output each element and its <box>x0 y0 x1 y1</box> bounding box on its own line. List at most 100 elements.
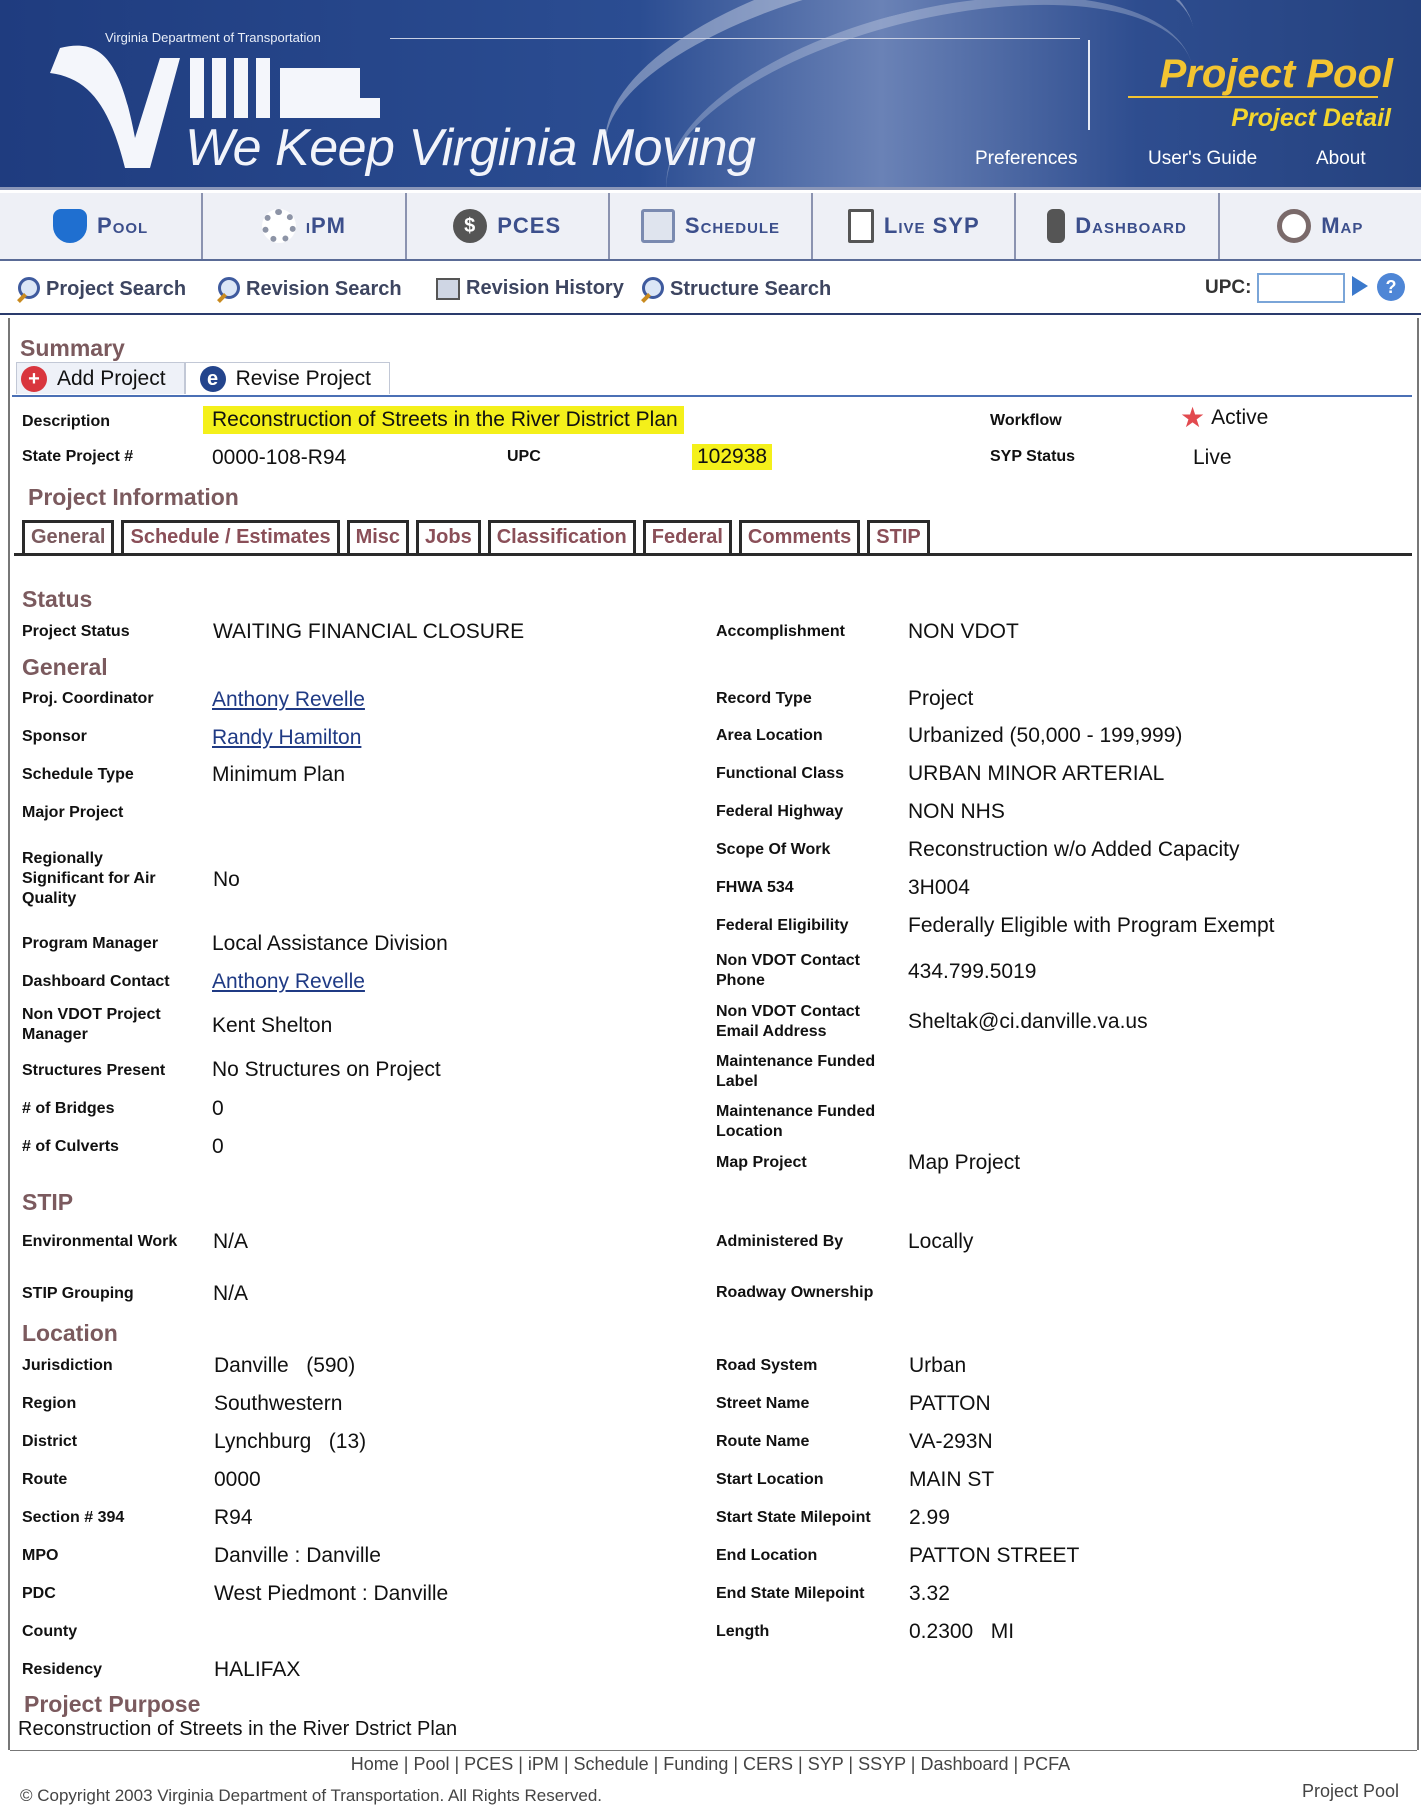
field-label: Regionally Significant for Air Quality <box>22 850 156 907</box>
dashboard-contact-link[interactable]: Anthony Revelle <box>212 970 365 994</box>
field-value: HALIFAX <box>214 1658 301 1681</box>
module-ipm[interactable]: iPM <box>203 193 407 259</box>
field-value: Urbanized (50,000 - 199,999) <box>908 724 1183 747</box>
field-value: NON NHS <box>908 800 1005 823</box>
tab-classification[interactable]: Classification <box>487 520 636 554</box>
module-label: Dashboard <box>1075 213 1187 238</box>
divider <box>14 553 1412 556</box>
tab-stip[interactable]: STIP <box>867 520 930 554</box>
field-label: County <box>22 1623 78 1640</box>
summary-tabs: + Add Project e Revise Project <box>16 362 390 394</box>
project-search-link[interactable]: Project Search <box>16 277 186 301</box>
field-label: Functional Class <box>716 765 845 782</box>
calendar-icon <box>436 277 460 300</box>
footer-nav[interactable]: Home | Pool | PCES | iPM | Schedule | Fu… <box>0 1754 1421 1775</box>
tab-jobs[interactable]: Jobs <box>416 520 481 554</box>
tab-misc[interactable]: Misc <box>346 520 410 554</box>
pool-cylinder-icon <box>53 209 88 243</box>
header-banner: Virginia Department of Transportation We… <box>0 0 1421 190</box>
module-pool[interactable]: Pool <box>0 193 204 259</box>
link-label: Revision History <box>466 277 624 299</box>
button-label: Revise Project <box>235 366 371 390</box>
field-value: Federally Eligible with Program Exempt <box>908 914 1275 937</box>
add-icon: + <box>21 365 47 392</box>
magnifier-icon <box>16 277 40 301</box>
revision-search-link[interactable]: Revision Search <box>216 277 402 301</box>
field-value: 0000 <box>214 1468 261 1491</box>
preferences-link[interactable]: Preferences <box>975 148 1077 170</box>
module-schedule[interactable]: Schedule <box>610 193 814 259</box>
field-label: Non VDOT Contact Email Address <box>716 1003 860 1040</box>
field-label: Maintenance Funded Label <box>716 1053 876 1090</box>
field-label: Map Project <box>716 1154 807 1171</box>
divider <box>1128 96 1378 98</box>
module-label: PCES <box>497 213 562 238</box>
field-label: Federal Highway <box>716 803 844 820</box>
magnifier-icon <box>640 277 664 301</box>
field-value: Locally <box>908 1230 974 1253</box>
add-project-button[interactable]: + Add Project <box>16 362 185 394</box>
field-label: Proj. Coordinator <box>22 690 154 707</box>
help-icon[interactable]: ? <box>1377 273 1405 301</box>
field-label: Schedule Type <box>22 766 134 783</box>
module-nav: Pool iPM $ PCES Schedule Live SYP Dashbo… <box>0 193 1421 261</box>
field-label: Area Location <box>716 727 823 744</box>
go-arrow-icon[interactable] <box>1352 276 1368 296</box>
copyright: © Copyright 2003 Virginia Department of … <box>20 1786 603 1805</box>
field-value: Danville : Danville <box>214 1544 381 1567</box>
field-label: Sponsor <box>22 728 87 745</box>
upc-input[interactable] <box>1257 273 1345 303</box>
upc-label: UPC: <box>1205 277 1252 298</box>
field-label: Start Location <box>716 1471 824 1488</box>
field-label: End State Milepoint <box>716 1585 865 1602</box>
link-label: Project Search <box>46 277 187 300</box>
structure-search-link[interactable]: Structure Search <box>640 277 831 301</box>
tab-general[interactable]: General <box>22 520 115 554</box>
tab-schedule-estimates[interactable]: Schedule / Estimates <box>121 520 340 554</box>
about-link[interactable]: About <box>1316 148 1366 170</box>
field-value: MAIN ST <box>909 1468 995 1491</box>
footer-app-name: Project Pool <box>1301 1781 1399 1801</box>
module-label: Map <box>1321 213 1364 238</box>
sponsor-link[interactable]: Randy Hamilton <box>212 726 361 750</box>
revise-icon: e <box>199 365 226 392</box>
field-value: West Piedmont : Danville <box>214 1582 449 1605</box>
project-status-value: WAITING FINANCIAL CLOSURE <box>213 620 525 643</box>
field-value: Lynchburg (13) <box>214 1430 367 1453</box>
tab-comments[interactable]: Comments <box>738 520 861 554</box>
field-value: No <box>213 868 240 891</box>
module-map[interactable]: Map <box>1220 193 1421 259</box>
field-label: Dashboard Contact <box>22 973 170 990</box>
revision-history-link[interactable]: Revision History <box>436 277 624 300</box>
field-value: VA-293N <box>909 1430 993 1453</box>
field-value: Sheltak@ci.danville.va.us <box>908 1010 1148 1033</box>
workflow-label: Workflow <box>990 412 1062 429</box>
revise-project-button[interactable]: e Revise Project <box>184 362 390 394</box>
project-status-label: Project Status <box>22 623 130 640</box>
field-value: Project <box>908 687 974 710</box>
field-value: N/A <box>213 1282 249 1305</box>
module-live-syp[interactable]: Live SYP <box>813 193 1017 259</box>
module-dashboard[interactable]: Dashboard <box>1016 193 1220 259</box>
field-label: District <box>22 1433 78 1450</box>
field-label: Road System <box>716 1357 818 1374</box>
tab-federal[interactable]: Federal <box>642 520 732 554</box>
field-value: Southwestern <box>214 1392 343 1415</box>
field-value: Urban <box>909 1354 967 1377</box>
traffic-light-icon <box>1047 209 1066 243</box>
summary-heading: Summary <box>20 335 125 361</box>
field-value: 3.32 <box>909 1582 950 1605</box>
field-value: Map Project <box>908 1151 1021 1174</box>
field-label: Route Name <box>716 1433 810 1450</box>
field-value: Kent Shelton <box>212 1014 333 1037</box>
module-pces[interactable]: $ PCES <box>407 193 610 259</box>
dollar-icon: $ <box>453 209 488 243</box>
field-label: Residency <box>22 1661 103 1678</box>
field-label: Section # 394 <box>22 1509 125 1526</box>
proj-coordinator-link[interactable]: Anthony Revelle <box>212 688 365 712</box>
description-value: Reconstruction of Streets in the River D… <box>203 406 684 434</box>
schedule-calendar-icon <box>640 209 675 243</box>
syp-status-label: SYP Status <box>990 448 1076 465</box>
users-guide-link[interactable]: User's Guide <box>1148 148 1257 170</box>
field-label: MPO <box>22 1547 59 1564</box>
